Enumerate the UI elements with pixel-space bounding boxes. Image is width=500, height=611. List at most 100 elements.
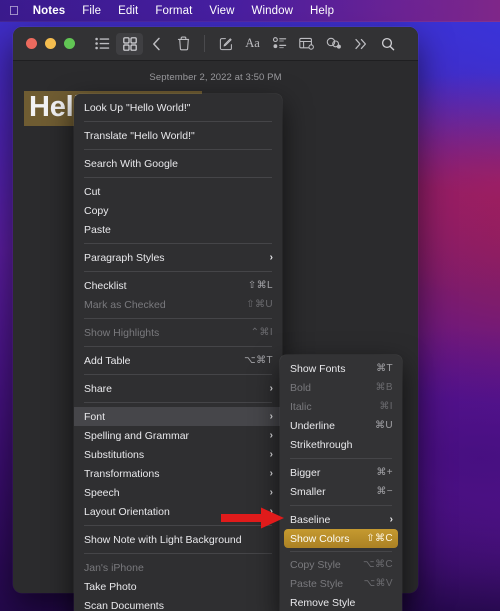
menubar-item-help[interactable]: Help bbox=[310, 5, 334, 17]
menu-item-shortcut: ⇧⌘U bbox=[246, 299, 273, 310]
submenu-item-paste-style: Paste Style ⌥⌘V bbox=[280, 574, 402, 593]
menu-item-look-up[interactable]: Look Up "Hello World!" bbox=[74, 98, 282, 117]
menu-separator bbox=[84, 149, 272, 150]
submenu-item-smaller[interactable]: Smaller ⌘− bbox=[280, 482, 402, 501]
menu-item-label: Underline bbox=[290, 419, 335, 432]
menu-separator bbox=[84, 318, 272, 319]
chevron-right-icon: › bbox=[269, 430, 273, 441]
note-timestamp: September 2, 2022 at 3:50 PM bbox=[149, 72, 282, 83]
submenu-item-show-colors[interactable]: Show Colors ⇧⌘C bbox=[284, 529, 398, 548]
trash-icon[interactable] bbox=[170, 33, 197, 55]
menu-separator bbox=[84, 243, 272, 244]
menu-item-copy[interactable]: Copy bbox=[74, 201, 282, 220]
submenu-item-copy-style: Copy Style ⌥⌘C bbox=[280, 555, 402, 574]
menu-item-label: Translate "Hello World!" bbox=[84, 129, 195, 142]
menu-item-shortcut: ⌘+ bbox=[376, 467, 393, 478]
menu-item-paste[interactable]: Paste bbox=[74, 220, 282, 239]
chevron-right-icon: › bbox=[269, 468, 273, 479]
share-link-icon[interactable] bbox=[320, 33, 347, 55]
toolbar-icon-group: Aa bbox=[89, 32, 401, 55]
apple-logo-icon[interactable]:  bbox=[9, 4, 19, 17]
submenu-item-show-fonts[interactable]: Show Fonts ⌘T bbox=[280, 359, 402, 378]
menubar-item-file[interactable]: File bbox=[82, 5, 101, 17]
menu-item-label: Strikethrough bbox=[290, 438, 353, 451]
font-submenu: Show Fonts ⌘T Bold ⌘B Italic ⌘I Underlin… bbox=[280, 355, 402, 611]
menu-item-shortcut: ⌥⌘T bbox=[244, 355, 273, 366]
menu-separator bbox=[84, 374, 272, 375]
menu-item-label: Copy bbox=[84, 204, 109, 217]
submenu-item-remove-style[interactable]: Remove Style bbox=[280, 593, 402, 611]
context-menu: Look Up "Hello World!" Translate "Hello … bbox=[74, 94, 282, 611]
menu-item-label: Remove Style bbox=[290, 596, 356, 609]
menu-item-label: Show Highlights bbox=[84, 326, 160, 339]
menu-item-shortcut: ⌥⌘V bbox=[363, 578, 393, 589]
format-text-aa-icon[interactable]: Aa bbox=[239, 33, 266, 55]
menubar-item-view[interactable]: View bbox=[209, 5, 234, 17]
menu-item-transformations[interactable]: Transformations › bbox=[74, 464, 282, 483]
menu-item-scan-documents[interactable]: Scan Documents bbox=[74, 596, 282, 611]
menu-item-font[interactable]: Font › bbox=[74, 407, 282, 426]
menu-item-label: Substitutions bbox=[84, 448, 145, 461]
menu-item-label: Share bbox=[84, 382, 113, 395]
menubar-item-window[interactable]: Window bbox=[252, 5, 294, 17]
desktop-screen:  Notes File Edit Format View Window Hel… bbox=[0, 0, 500, 611]
menu-item-checklist[interactable]: Checklist ⇧⌘L bbox=[74, 276, 282, 295]
menu-item-cut[interactable]: Cut bbox=[74, 182, 282, 201]
maximize-button[interactable] bbox=[64, 38, 75, 49]
menu-item-speech[interactable]: Speech › bbox=[74, 483, 282, 502]
menu-item-label: Transformations bbox=[84, 467, 160, 480]
chevron-right-icon: › bbox=[269, 449, 273, 460]
menu-item-show-note-with-light-background[interactable]: Show Note with Light Background bbox=[74, 530, 282, 549]
menubar-item-edit[interactable]: Edit bbox=[118, 5, 138, 17]
minimize-button[interactable] bbox=[45, 38, 56, 49]
menubar-item-format[interactable]: Format bbox=[155, 5, 192, 17]
checklist-icon[interactable] bbox=[266, 33, 293, 55]
menu-item-label: Mark as Checked bbox=[84, 298, 166, 311]
submenu-item-strikethrough[interactable]: Strikethrough bbox=[280, 435, 402, 454]
menu-item-show-highlights: Show Highlights ⌃⌘I bbox=[74, 323, 282, 342]
grid-view-icon[interactable] bbox=[116, 32, 143, 55]
submenu-item-bold: Bold ⌘B bbox=[280, 378, 402, 397]
menu-item-take-photo[interactable]: Take Photo bbox=[74, 577, 282, 596]
close-button[interactable] bbox=[26, 38, 37, 49]
submenu-item-italic: Italic ⌘I bbox=[280, 397, 402, 416]
menu-item-label: Show Note with Light Background bbox=[84, 533, 242, 546]
menu-item-search-with-google[interactable]: Search With Google bbox=[74, 154, 282, 173]
menu-separator bbox=[84, 271, 272, 272]
menu-item-shortcut: ⌥⌘C bbox=[363, 559, 393, 570]
menu-item-label: Checklist bbox=[84, 279, 127, 292]
menubar-item-notes[interactable]: Notes bbox=[33, 5, 65, 17]
menu-item-label: Baseline bbox=[290, 513, 331, 526]
menu-item-label: Scan Documents bbox=[84, 599, 164, 611]
menu-item-label: Jan's iPhone bbox=[84, 561, 144, 574]
menu-item-substitutions[interactable]: Substitutions › bbox=[74, 445, 282, 464]
search-icon[interactable] bbox=[374, 33, 401, 55]
menu-item-label: Show Colors bbox=[290, 532, 350, 545]
menu-item-translate[interactable]: Translate "Hello World!" bbox=[74, 126, 282, 145]
menu-item-share[interactable]: Share › bbox=[74, 379, 282, 398]
more-chevrons-icon[interactable] bbox=[347, 33, 374, 55]
chevron-right-icon: › bbox=[269, 383, 273, 394]
menu-item-label: Speech bbox=[84, 486, 120, 499]
menu-item-paragraph-styles[interactable]: Paragraph Styles › bbox=[74, 248, 282, 267]
menu-item-label: Smaller bbox=[290, 485, 326, 498]
submenu-item-baseline[interactable]: Baseline › bbox=[280, 510, 402, 529]
back-chevron-icon[interactable] bbox=[143, 33, 170, 55]
table-icon[interactable] bbox=[293, 33, 320, 55]
list-view-icon[interactable] bbox=[89, 33, 116, 55]
menu-separator bbox=[290, 458, 392, 459]
menu-separator bbox=[84, 402, 272, 403]
chevron-right-icon: › bbox=[389, 514, 393, 525]
menu-item-add-table[interactable]: Add Table ⌥⌘T bbox=[74, 351, 282, 370]
menu-item-label: Show Fonts bbox=[290, 362, 346, 375]
menu-item-shortcut: ⌘I bbox=[379, 401, 393, 412]
submenu-item-bigger[interactable]: Bigger ⌘+ bbox=[280, 463, 402, 482]
menu-item-spelling-and-grammar[interactable]: Spelling and Grammar › bbox=[74, 426, 282, 445]
menu-item-label: Paste bbox=[84, 223, 111, 236]
menu-item-shortcut: ⌘U bbox=[374, 420, 393, 431]
menu-separator bbox=[84, 177, 272, 178]
chevron-right-icon: › bbox=[269, 411, 273, 422]
compose-note-icon[interactable] bbox=[212, 33, 239, 55]
menu-separator bbox=[84, 553, 272, 554]
submenu-item-underline[interactable]: Underline ⌘U bbox=[280, 416, 402, 435]
